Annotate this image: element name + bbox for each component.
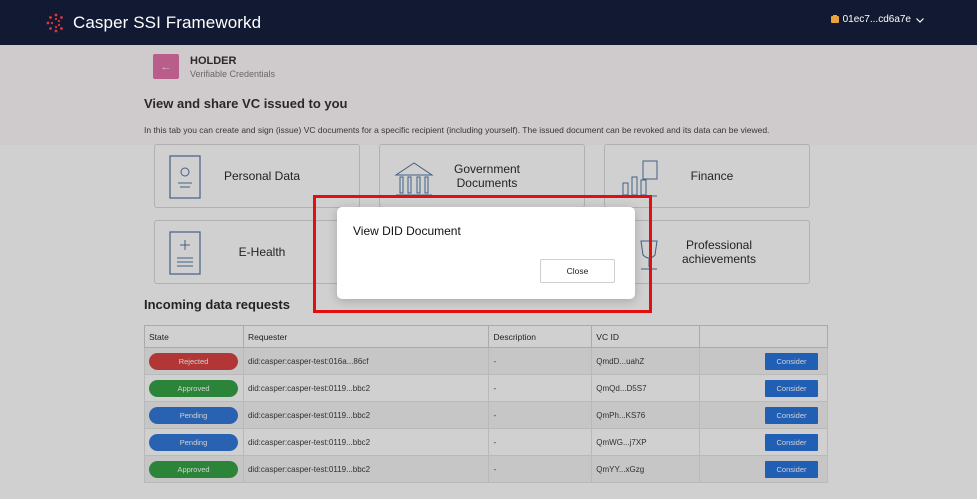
highlight-box — [313, 195, 652, 313]
top-navbar: Casper SSI Frameworkd 01ec7...cd6a7e — [0, 0, 977, 45]
account-menu[interactable]: 01ec7...cd6a7e — [830, 14, 925, 25]
app-title: Casper SSI Frameworkd — [73, 12, 262, 32]
account-address: 01ec7...cd6a7e — [842, 14, 911, 25]
wallet-icon — [830, 15, 839, 24]
casper-logo-icon — [46, 13, 66, 33]
chevron-down-icon — [915, 15, 925, 25]
brand[interactable]: Casper SSI Frameworkd — [46, 13, 261, 33]
